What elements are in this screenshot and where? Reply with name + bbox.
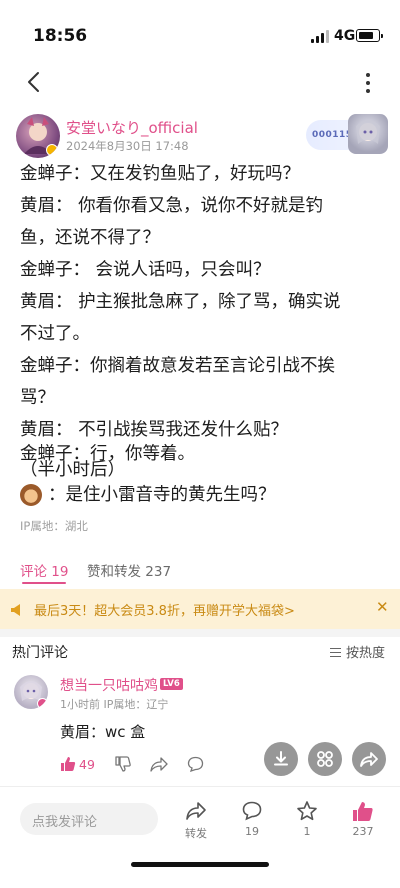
grid-icon [317,751,333,767]
commenter-name[interactable]: 想当一只咕咕鸡 [60,675,158,695]
author-avatar[interactable] [16,114,60,158]
monkey-emoji-icon [20,484,42,506]
fan-badge-number: 000115 [312,130,353,140]
download-icon [274,751,288,766]
status-time: 18:56 [33,26,88,46]
comment-text: 黄眉：wc 盒 [60,723,146,741]
favorite-star-icon[interactable] [296,800,318,822]
network-label: 4G [334,28,356,44]
share-float-button[interactable] [352,742,386,776]
promo-text[interactable]: 最后3天！超大会员3.8折，再赠开学大福袋> [34,600,295,619]
post-line: 鱼，还说不得了？ [20,228,160,248]
share-icon[interactable] [150,756,168,772]
tab-comments[interactable]: 评论 19 [20,560,68,580]
favorite-count: 1 [303,825,311,838]
dislike-icon[interactable] [115,756,131,772]
comment-meta: 1小时前 IP属地：辽宁 [60,698,169,711]
post-line-aside: （半小时后） [20,460,125,480]
like-total-count: 237 [352,825,374,838]
post-time: 2024年8月30日 17:48 [66,139,189,153]
home-indicator [131,862,269,867]
comment-input-placeholder: 点我发评论 [32,815,98,830]
sort-icon [330,648,341,657]
download-button[interactable] [264,742,298,776]
post-line: 不过了。 [20,324,90,344]
post-line: 黄眉： 不引战挨骂我还发什么贴？ [20,420,289,440]
reply-icon[interactable] [187,756,204,773]
tab-active-indicator [22,582,66,584]
bottom-bar-divider [0,786,400,787]
repost-label: 转发 [185,827,207,840]
post-line: 金蝉子： 会说人话吗，只会叫？ [20,260,271,280]
grid-menu-button[interactable] [308,742,342,776]
post-line: 黄眉： 你看你看又急，说你不好就是钓 [20,196,324,216]
level-badge: LV6 [160,678,183,690]
vip-badge-icon [37,698,48,709]
thumbs-up-icon[interactable] [352,800,374,822]
megaphone-icon [10,602,24,616]
forward-icon [360,752,378,767]
battery-icon [356,29,383,42]
verified-badge-icon [46,144,58,156]
comment-count: 19 [245,825,259,838]
more-options-icon[interactable] [360,70,376,96]
post-line: 黄眉： 护主猴批急麻了，除了骂，确实说 [20,292,341,312]
commenter-avatar[interactable] [14,675,48,709]
repost-icon[interactable] [185,800,207,822]
post-ip-location: IP属地：湖北 [20,519,88,533]
fan-badge-avatar [348,114,388,154]
sort-label: 按热度 [346,646,386,661]
comment-icon[interactable] [241,800,263,822]
author-name[interactable]: 安堂いなり_official [66,117,198,138]
section-divider [0,629,400,637]
tab-reposts[interactable]: 赞和转发 237 [87,560,171,580]
like-count: 49 [79,757,95,772]
post-line: 金蝉子：又在发钓鱼贴了，好玩吗？ [20,164,300,184]
signal-icon [311,30,329,43]
post-line: 金蝉子：你搁着故意发若至言论引战不挨 [20,356,335,376]
close-icon[interactable]: ✕ [376,598,389,616]
hot-comments-title: 热门评论 [12,645,68,661]
like-icon[interactable] [60,756,76,772]
sort-by-hot-button[interactable]: 按热度 [330,642,385,661]
post-line: 骂？ [20,388,55,408]
post-last-line: ：是住小雷音寺的黄先生吗？ [48,485,276,505]
back-icon[interactable] [24,70,46,94]
